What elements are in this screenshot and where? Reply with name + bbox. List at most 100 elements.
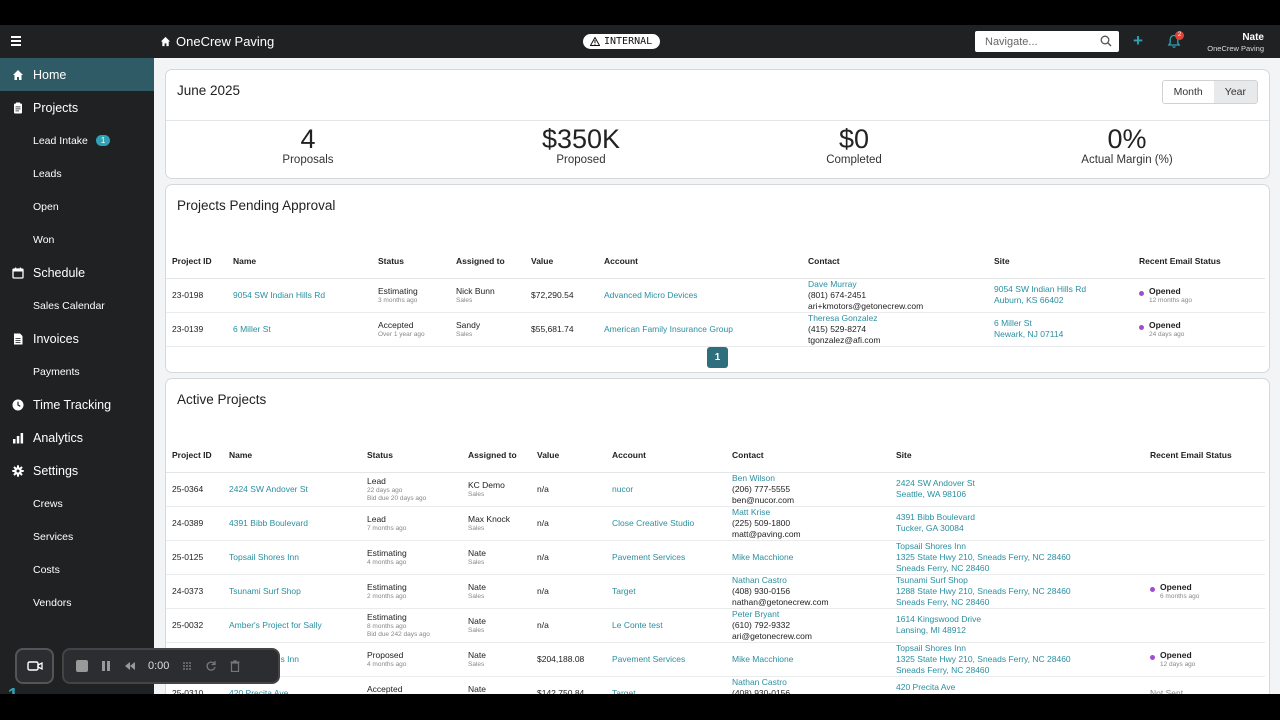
account-link[interactable]: nucor — [612, 484, 633, 494]
search-icon[interactable] — [1100, 35, 1112, 47]
account-link[interactable]: Pavement Services — [612, 654, 685, 664]
trash-icon[interactable] — [229, 660, 241, 672]
add-icon[interactable]: + — [1133, 32, 1143, 49]
table-row[interactable]: 23-0139 6 Miller St Accepted Over 1 year … — [166, 312, 1265, 347]
sidebar-item-won[interactable]: Won — [0, 223, 154, 256]
camera-button[interactable] — [15, 648, 54, 684]
sidebar-item-crews[interactable]: Crews — [0, 487, 154, 520]
site-address[interactable]: San Francisco, CA 94110 — [896, 693, 1138, 694]
col-project-id[interactable]: Project ID — [166, 244, 227, 279]
rewind-icon[interactable] — [124, 660, 136, 672]
toggle-year[interactable]: Year — [1213, 81, 1257, 103]
site-link[interactable]: 420 Precita Ave — [896, 682, 955, 692]
site-city[interactable]: Sneads Ferry, NC 28460 — [896, 665, 1138, 676]
contact-link[interactable]: Nathan Castro — [732, 677, 787, 687]
account-link[interactable]: Le Conte test — [612, 620, 663, 630]
stop-icon[interactable] — [76, 660, 88, 672]
col-contact[interactable]: Contact — [802, 244, 988, 279]
col-account[interactable]: Account — [606, 438, 726, 473]
contact-link[interactable]: Dave Murray — [808, 279, 857, 289]
project-name-link[interactable]: 4391 Bibb Boulevard — [229, 518, 308, 528]
col-email-status[interactable]: Recent Email Status — [1144, 438, 1265, 473]
site-city[interactable]: Sneads Ferry, NC 28460 — [896, 597, 1138, 608]
contact-link[interactable]: Matt Krise — [732, 507, 770, 517]
table-row[interactable]: 25-0125 Topsail Shores Inn Estimating 4 mon… — [166, 540, 1265, 575]
site-address[interactable]: Lansing, MI 48912 — [896, 625, 1138, 636]
sidebar-item-services[interactable]: Services — [0, 520, 154, 553]
col-value[interactable]: Value — [525, 244, 598, 279]
site-address[interactable]: Auburn, KS 66402 — [994, 295, 1127, 306]
site-link[interactable]: Topsail Shores Inn — [896, 541, 966, 551]
account-link[interactable]: Target — [612, 688, 636, 695]
contact-link[interactable]: Peter Bryant — [732, 609, 779, 619]
site-link[interactable]: 1614 Kingswood Drive — [896, 614, 981, 624]
table-row[interactable]: 25-0124Topsail Shores InnProposed4 month… — [166, 642, 1265, 677]
site-city[interactable]: Sneads Ferry, NC 28460 — [896, 563, 1138, 574]
site-address[interactable]: 1325 State Hwy 210, Sneads Ferry, NC 284… — [896, 552, 1138, 563]
col-project-id[interactable]: Project ID — [166, 438, 223, 473]
toggle-month[interactable]: Month — [1163, 81, 1214, 103]
col-name[interactable]: Name — [223, 438, 361, 473]
site-address[interactable]: Seattle, WA 98106 — [896, 489, 1138, 500]
site-link[interactable]: 6 Miller St — [994, 318, 1032, 328]
restart-icon[interactable] — [205, 660, 217, 672]
user-name[interactable]: Nate — [1242, 32, 1264, 43]
sidebar-item-vendors[interactable]: Vendors — [0, 586, 154, 619]
sidebar-item-settings[interactable]: Settings — [0, 454, 154, 487]
sidebar-item-projects[interactable]: Projects — [0, 91, 154, 124]
contact-link[interactable]: Mike Macchione — [732, 552, 793, 562]
col-assigned[interactable]: Assigned to — [462, 438, 531, 473]
project-name-link[interactable]: Tsunami Surf Shop — [229, 586, 301, 596]
table-row[interactable]: 23-0198 9054 SW Indian Hills Rd Estimati… — [166, 278, 1265, 313]
project-name-link[interactable]: Topsail Shores Inn — [229, 552, 299, 562]
col-name[interactable]: Name — [227, 244, 372, 279]
col-email-status[interactable]: Recent Email Status — [1133, 244, 1265, 279]
project-name-link[interactable]: 9054 SW Indian Hills Rd — [233, 290, 325, 300]
sidebar-item-payments[interactable]: Payments — [0, 355, 154, 388]
site-address[interactable]: Tucker, GA 30084 — [896, 523, 1138, 534]
site-address[interactable]: 1288 State Hwy 210, Sneads Ferry, NC 284… — [896, 586, 1138, 597]
project-name-link[interactable]: 420 Precita Ave — [229, 688, 288, 695]
sidebar-item-analytics[interactable]: Analytics — [0, 421, 154, 454]
sidebar-item-sales-calendar[interactable]: Sales Calendar — [0, 289, 154, 322]
col-account[interactable]: Account — [598, 244, 802, 279]
grid-icon[interactable] — [181, 660, 193, 672]
contact-link[interactable]: Mike Macchione — [732, 654, 793, 664]
col-value[interactable]: Value — [531, 438, 606, 473]
account-link[interactable]: American Family Insurance Group — [604, 324, 733, 334]
col-assigned[interactable]: Assigned to — [450, 244, 525, 279]
pagination-page-1[interactable]: 1 — [707, 347, 728, 368]
site-link[interactable]: 4391 Bibb Boulevard — [896, 512, 975, 522]
table-row[interactable]: 25-0032 Amber's Project for Sally Estimati… — [166, 608, 1265, 643]
account-link[interactable]: Advanced Micro Devices — [604, 290, 698, 300]
project-name-link[interactable]: 2424 SW Andover St — [229, 484, 308, 494]
sidebar-item-lead-intake[interactable]: Lead Intake 1 — [0, 124, 154, 157]
hamburger-menu-icon[interactable] — [11, 36, 21, 46]
sidebar-item-open[interactable]: Open — [0, 190, 154, 223]
col-status[interactable]: Status — [372, 244, 450, 279]
site-link[interactable]: Tsunami Surf Shop — [896, 575, 968, 585]
company-name[interactable]: OneCrew Paving — [176, 34, 274, 49]
site-link[interactable]: 9054 SW Indian Hills Rd — [994, 284, 1086, 294]
contact-link[interactable]: Theresa Gonzalez — [808, 313, 877, 323]
account-link[interactable]: Close Creative Studio — [612, 518, 694, 528]
navigate-search-input[interactable] — [975, 31, 1119, 52]
col-contact[interactable]: Contact — [726, 438, 890, 473]
project-name-link[interactable]: Amber's Project for Sally — [229, 620, 322, 630]
col-site[interactable]: Site — [890, 438, 1144, 473]
sidebar-item-home[interactable]: Home — [0, 58, 154, 91]
table-row[interactable]: 25-0364 2424 SW Andover St Lead 22 days ago… — [166, 472, 1265, 507]
contact-link[interactable]: Nathan Castro — [732, 575, 787, 585]
site-address[interactable]: Newark, NJ 07114 — [994, 329, 1127, 340]
site-link[interactable]: Topsail Shores Inn — [896, 643, 966, 653]
table-row[interactable]: 25-0310420 Precita AveAccepted10 days ag… — [166, 676, 1265, 694]
sidebar-item-schedule[interactable]: Schedule — [0, 256, 154, 289]
sidebar-item-costs[interactable]: Costs — [0, 553, 154, 586]
col-status[interactable]: Status — [361, 438, 462, 473]
site-address[interactable]: 1325 State Hwy 210, Sneads Ferry, NC 284… — [896, 654, 1138, 665]
site-link[interactable]: 2424 SW Andover St — [896, 478, 975, 488]
pause-icon[interactable] — [100, 660, 112, 672]
project-name-link[interactable]: 6 Miller St — [233, 324, 271, 334]
sidebar-item-time-tracking[interactable]: Time Tracking — [0, 388, 154, 421]
table-row[interactable]: 24-0373 Tsunami Surf Shop Estimating 2 mont… — [166, 574, 1265, 609]
